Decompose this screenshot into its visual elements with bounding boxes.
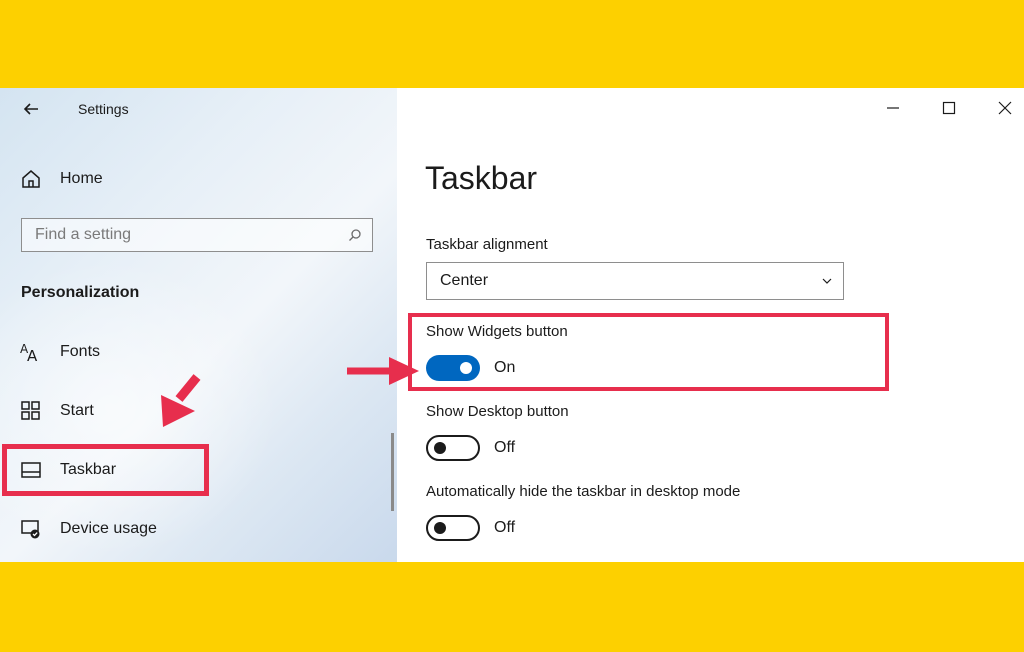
autohide-label: Automatically hide the taskbar in deskto… [426, 483, 741, 500]
page-title: Taskbar [425, 160, 538, 196]
desktop-button-toggle[interactable] [426, 435, 480, 461]
sidebar-item-label: Home [60, 170, 103, 187]
window-title: Settings [78, 101, 129, 117]
autohide-toggle[interactable] [426, 515, 480, 541]
settings-window: Settings Home Find a setting Personaliza… [0, 88, 1024, 562]
minimize-button[interactable] [879, 94, 907, 122]
toggle-knob [434, 442, 446, 454]
minimize-icon [887, 107, 899, 109]
desktop-button-toggle-state: Off [494, 439, 516, 456]
sidebar-item-label: Fonts [60, 343, 101, 360]
pointer-arrow-icon [347, 357, 419, 385]
start-grid-icon [21, 401, 40, 420]
maximize-button[interactable] [935, 94, 963, 122]
search-input[interactable]: Find a setting [21, 218, 373, 252]
device-usage-icon [21, 520, 40, 539]
widgets-highlight-box [408, 313, 889, 391]
home-icon [22, 170, 40, 188]
section-heading: Personalization [21, 284, 140, 301]
close-icon [998, 101, 1012, 115]
close-button[interactable] [991, 94, 1019, 122]
svg-text:A: A [27, 347, 38, 363]
sidebar-item-label: Start [60, 402, 94, 419]
sidebar-item-label: Device usage [60, 520, 157, 537]
back-arrow-icon [23, 103, 38, 115]
toggle-knob [434, 522, 446, 534]
alignment-label: Taskbar alignment [426, 236, 548, 253]
sidebar-item-device-usage[interactable]: Device usage [20, 516, 157, 542]
sidebar-item-home[interactable]: Home [20, 166, 103, 192]
search-icon [349, 229, 361, 241]
chevron-down-icon [822, 278, 832, 284]
sidebar-item-start[interactable]: Start [20, 398, 94, 424]
taskbar-highlight-box [2, 444, 209, 496]
maximize-icon [942, 101, 956, 115]
sidebar-scrollbar[interactable] [391, 433, 394, 511]
back-button[interactable] [18, 96, 44, 122]
alignment-dropdown[interactable]: Center [426, 262, 844, 300]
desktop-button-label: Show Desktop button [426, 403, 569, 420]
sidebar-item-fonts[interactable]: A A Fonts [20, 339, 100, 365]
fonts-icon: A A [20, 342, 38, 363]
alignment-value: Center [440, 272, 489, 289]
pointer-arrow-icon [161, 374, 201, 427]
search-placeholder: Find a setting [35, 226, 132, 243]
autohide-toggle-state: Off [494, 519, 516, 536]
